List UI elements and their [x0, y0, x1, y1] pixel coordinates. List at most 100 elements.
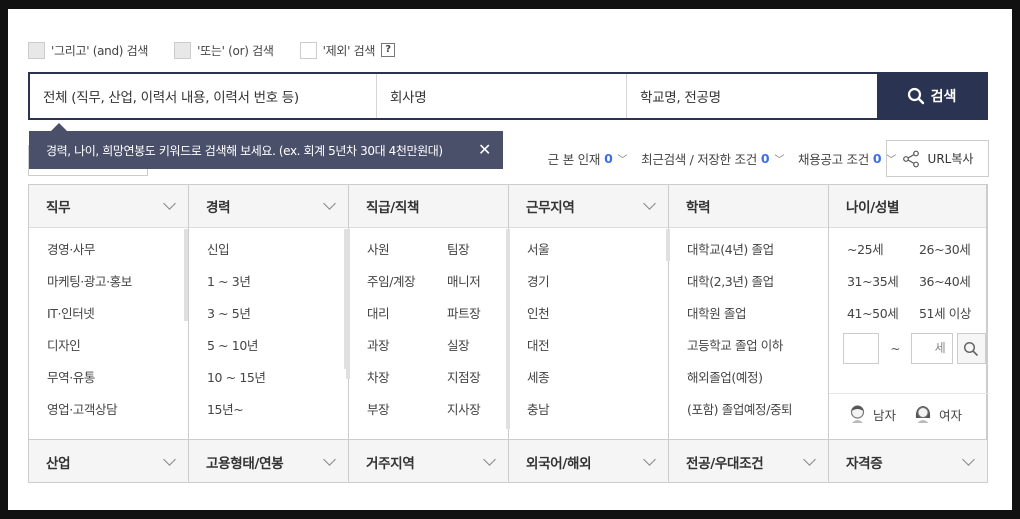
option-exclude[interactable]: '제외' 검색 ?: [299, 41, 396, 59]
list-item[interactable]: IT·인터넷: [47, 303, 188, 335]
filter-employment-label: 고용형태/연봉: [206, 455, 284, 472]
search-icon: [964, 341, 979, 356]
viewed-candidates-link[interactable]: 근 본 인재 0 ﹀: [548, 149, 628, 168]
filter-major-label: 전공/우대조건: [686, 455, 764, 472]
list-item[interactable]: 41~50세: [847, 303, 919, 335]
school-input[interactable]: 학교명, 전공명: [627, 74, 877, 118]
filter-residence[interactable]: 거주지역: [349, 440, 509, 483]
recent-search-link[interactable]: 최근검색 / 저장한 조건 0 ﹀: [641, 149, 784, 168]
or-checkbox[interactable]: [174, 41, 192, 59]
jobpost-count: 0: [872, 151, 882, 166]
or-label: '또는' (or) 검색: [197, 43, 274, 58]
male-label: 남자: [873, 407, 897, 423]
list-item[interactable]: 무역·유통: [47, 367, 188, 399]
list-item[interactable]: 인천: [527, 303, 668, 335]
list-item[interactable]: 신입: [207, 239, 348, 271]
list-item[interactable]: 3 ~ 5년: [207, 303, 348, 335]
option-or[interactable]: '또는' (or) 검색: [174, 41, 274, 59]
list-item[interactable]: ~25세: [847, 239, 919, 271]
filter-employment-salary[interactable]: 고용형태/연봉: [189, 440, 349, 483]
filter-region-header[interactable]: 근무지역: [509, 185, 668, 228]
list-item[interactable]: 대리: [367, 303, 447, 335]
age-search-button[interactable]: [956, 333, 986, 364]
list-item[interactable]: 해외졸업(예정): [687, 367, 828, 399]
list-item[interactable]: 5 ~ 10년: [207, 335, 348, 367]
gender-female[interactable]: 여자: [914, 404, 962, 424]
list-item[interactable]: 1 ~ 3년: [207, 271, 348, 303]
female-avatar-icon: [915, 406, 931, 423]
list-item[interactable]: 26~30세: [919, 239, 989, 271]
list-item[interactable]: 10 ~ 15년: [207, 367, 348, 399]
filter-region-title: 근무지역: [526, 200, 575, 216]
list-item[interactable]: 부장: [367, 399, 447, 431]
list-item[interactable]: 주임/계장: [367, 271, 447, 303]
exclude-label: '제외' 검색: [322, 43, 376, 58]
filter-age-title: 나이/성별: [846, 200, 900, 216]
scrollbar[interactable]: [346, 229, 350, 379]
recent-count: 0: [760, 151, 770, 166]
list-item[interactable]: 36~40세: [919, 271, 989, 303]
search-icon: [907, 87, 924, 105]
scrollbar[interactable]: [666, 229, 670, 261]
age-range-tilde: ~: [890, 341, 901, 356]
chevron-down-icon: [163, 452, 176, 466]
list-item[interactable]: 51세 이상: [919, 303, 989, 335]
list-item[interactable]: 대학교(4년) 졸업: [687, 239, 828, 271]
filter-position-header[interactable]: 직급/직책: [349, 185, 508, 228]
age-min-input[interactable]: [843, 333, 880, 364]
and-checkbox[interactable]: [28, 41, 45, 59]
list-item[interactable]: 대학(2,3년) 졸업: [687, 271, 828, 303]
list-item[interactable]: 디자인: [47, 335, 188, 367]
list-item[interactable]: 대전: [527, 335, 668, 367]
list-item[interactable]: 사원: [367, 239, 447, 271]
filter-education-title: 학력: [686, 200, 711, 216]
list-item[interactable]: 경기: [527, 271, 668, 303]
filter-certificate[interactable]: 자격증: [829, 440, 987, 483]
search-button[interactable]: 검색: [877, 74, 986, 118]
option-and[interactable]: '그리고' (and) 검색: [28, 41, 148, 59]
list-item[interactable]: 경영·사무: [47, 239, 188, 271]
age-max-input[interactable]: 세: [911, 333, 953, 364]
list-item[interactable]: 마케팅·광고·홍보: [47, 271, 188, 303]
viewed-count: 0: [604, 151, 613, 166]
filter-region: 근무지역 서울 경기 인천 대전 세종 충남: [506, 185, 669, 439]
help-icon[interactable]: ?: [381, 43, 396, 57]
list-item[interactable]: 대학원 졸업: [687, 303, 828, 335]
keyword-input[interactable]: 전체 (직무, 산업, 이력서 내용, 이력서 번호 등): [30, 74, 377, 118]
gender-male[interactable]: 남자: [849, 404, 896, 424]
filter-industry[interactable]: 산업: [29, 440, 189, 483]
viewed-label: 본 인재: [562, 152, 601, 167]
jobpost-condition-link[interactable]: 채용공고 조건 0 ﹀: [798, 149, 896, 168]
scrollbar[interactable]: [184, 229, 188, 321]
list-item[interactable]: 세종: [527, 367, 668, 399]
filter-language-overseas[interactable]: 외국어/해외: [509, 440, 669, 483]
list-item[interactable]: 고등학교 졸업 이하: [687, 335, 828, 367]
share-icon: [902, 150, 919, 167]
scrollbar[interactable]: [506, 229, 510, 429]
filter-major-preference[interactable]: 전공/우대조건: [669, 440, 829, 483]
keyword-tooltip: 경력, 나이, 희망연봉도 키워드로 검색해 보세요. (ex. 회계 5년차 …: [29, 123, 503, 169]
list-item[interactable]: 차장: [367, 367, 447, 399]
saved-links: 근 본 인재 0 ﹀ 최근검색 / 저장한 조건 0 ﹀ 채용공고 조건 0 ﹀: [534, 149, 897, 168]
filter-education-header[interactable]: 학력: [669, 185, 828, 228]
url-copy-button[interactable]: URL복사: [886, 140, 989, 177]
list-item[interactable]: 31~35세: [847, 271, 919, 303]
list-item[interactable]: (포함) 졸업예정/중퇴: [687, 399, 828, 431]
filter-job-header[interactable]: 직무: [29, 185, 188, 228]
filter-career-header[interactable]: 경력: [189, 185, 348, 228]
more-filters-row: 산업 고용형태/연봉 거주지역 외국어/해외 전공/우대조건 자격증: [29, 439, 987, 483]
filter-age-gender: 나이/성별 ~25세 26~30세 31~35세 36~40세 41~50세 5…: [829, 185, 989, 439]
list-item[interactable]: 15년~: [207, 399, 348, 431]
company-input[interactable]: 회사명: [377, 74, 627, 118]
filter-career-title: 경력: [206, 200, 231, 216]
list-item[interactable]: 과장: [367, 335, 447, 367]
close-icon[interactable]: ✕: [478, 142, 491, 158]
search-panel: '그리고' (and) 검색 '또는' (or) 검색 '제외' 검색 ? 전체…: [8, 9, 1012, 510]
filter-job: 직무 경영·사무 마케팅·광고·홍보 IT·인터넷 디자인 무역·유통 영업·고…: [29, 185, 189, 439]
list-item[interactable]: 영업·고객상담: [47, 399, 188, 431]
exclude-checkbox[interactable]: [299, 41, 317, 59]
list-item[interactable]: 충남: [527, 399, 668, 431]
filter-age-header[interactable]: 나이/성별: [829, 185, 986, 228]
list-item[interactable]: 서울: [527, 239, 668, 271]
filter-education: 학력 대학교(4년) 졸업 대학(2,3년) 졸업 대학원 졸업 고등학교 졸업…: [666, 185, 829, 439]
